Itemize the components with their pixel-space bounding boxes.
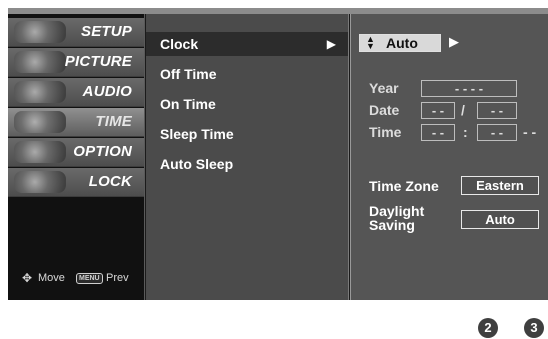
submenu-item-label: Off Time [160, 66, 217, 82]
daylight-saving-label: Daylight Saving [369, 204, 424, 232]
time-zone-label: Time Zone [369, 178, 439, 194]
category-label: SETUP [80, 23, 132, 40]
category-label: LOCK [88, 173, 132, 190]
date-day-field[interactable]: - - [477, 102, 517, 119]
submenu-item-label: Sleep Time [160, 126, 234, 142]
category-label: OPTION [73, 143, 132, 160]
date-label: Date [369, 102, 400, 118]
menu-key-icon: MENU [76, 273, 103, 284]
time-minute-field[interactable]: - - [477, 124, 517, 141]
category-label: TIME [95, 113, 132, 130]
daylight-saving-field[interactable]: Auto [461, 210, 539, 229]
audio-speaker-icon [14, 81, 66, 103]
picture-icon [14, 51, 66, 73]
daylight-saving-label-line2: Saving [369, 217, 415, 233]
submenu-item-label: On Time [160, 96, 216, 112]
step-badge-2: 2 [478, 318, 498, 338]
time-zone-field[interactable]: Eastern [461, 176, 539, 195]
time-hour-field[interactable]: - - [421, 124, 455, 141]
clock-mode-value: Auto [386, 35, 418, 51]
move-arrows-icon: ✥ [22, 271, 33, 285]
category-list: SETUP PICTURE AUDIO TIME OPTION LOCK [8, 18, 144, 201]
lock-icon [14, 171, 66, 193]
clock-mode-selector[interactable]: ▲ ▼ Auto [359, 34, 441, 52]
submenu-item-clock[interactable]: Clock ▶ [146, 32, 348, 56]
category-picture[interactable]: PICTURE [8, 48, 144, 77]
tv-osd-window: SETUP PICTURE AUDIO TIME OPTION LOCK ✥ M… [8, 8, 548, 300]
time-ampm-field: - - [523, 124, 537, 140]
chevron-right-icon: ▶ [449, 34, 459, 49]
time-separator: : [463, 124, 468, 140]
category-option[interactable]: OPTION [8, 138, 144, 167]
time-label: Time [369, 124, 402, 140]
category-audio[interactable]: AUDIO [8, 78, 144, 107]
submenu-item-auto-sleep[interactable]: Auto Sleep [146, 152, 348, 176]
step-badge-3: 3 [524, 318, 544, 338]
category-sidebar: SETUP PICTURE AUDIO TIME OPTION LOCK ✥ M… [8, 14, 145, 300]
option-icon [14, 141, 66, 163]
hint-move-label: Move [38, 272, 65, 284]
submenu-item-off-time[interactable]: Off Time [146, 62, 348, 86]
up-down-arrows-icon: ▲ ▼ [366, 34, 375, 51]
date-month-field[interactable]: - - [421, 102, 455, 119]
year-label: Year [369, 80, 399, 96]
category-setup[interactable]: SETUP [8, 18, 144, 47]
submenu-item-sleep-time[interactable]: Sleep Time [146, 122, 348, 146]
submenu-item-label: Clock [160, 36, 199, 52]
year-field[interactable]: - - - - [421, 80, 517, 97]
clock-detail-panel: ▲ ▼ Auto ▶ Year - - - - Date - - / - - Ti… [350, 14, 548, 300]
category-time[interactable]: TIME [8, 108, 144, 137]
submenu-item-label: Auto Sleep [160, 156, 234, 172]
hint-prev-label: Prev [106, 272, 129, 284]
chevron-right-icon: ▶ [326, 37, 336, 51]
setup-satellite-icon [14, 21, 66, 43]
date-separator: / [461, 102, 465, 118]
time-submenu: Clock ▶ Off Time On Time Sleep Time Auto… [146, 14, 349, 300]
time-icon [14, 111, 66, 133]
category-label: AUDIO [82, 83, 132, 100]
submenu-item-on-time[interactable]: On Time [146, 92, 348, 116]
category-lock[interactable]: LOCK [8, 168, 144, 197]
category-label: PICTURE [64, 53, 132, 70]
